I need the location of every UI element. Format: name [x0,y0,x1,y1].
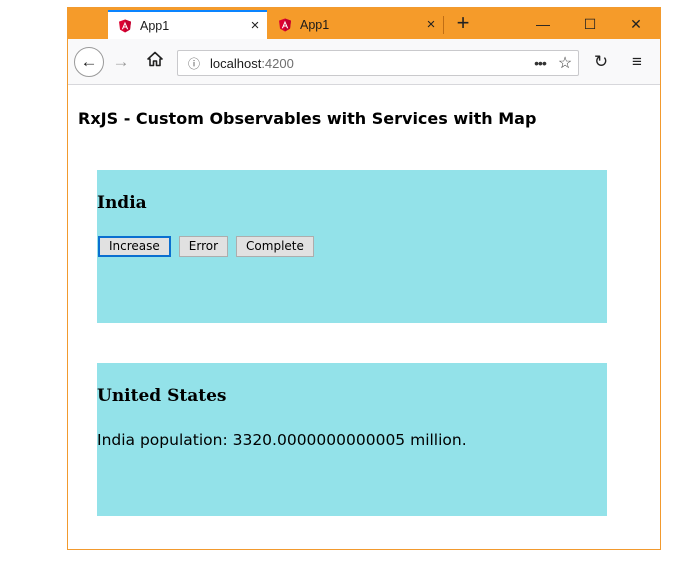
tab-app1-inactive[interactable]: App1 × [268,10,443,39]
error-button[interactable]: Error [178,236,229,257]
back-button[interactable]: ← [74,47,104,77]
tab-app1-active[interactable]: App1 × [108,10,267,39]
angular-icon [118,19,132,33]
tab-bar: App1 × App1 × + — ☐ ✕ [68,8,660,39]
url-port: :4200 [261,55,294,71]
address-bar[interactable]: ⓘ localhost:4200 ••• ☆ [177,50,579,76]
browser-window: App1 × App1 × + — ☐ ✕ ← → ⓘ localhost:42… [67,7,661,550]
minimize-button[interactable]: — [528,14,558,34]
forward-button[interactable]: → [110,51,132,73]
panel-heading: India [97,193,147,213]
tab-close-button[interactable]: × [419,16,443,33]
bookmark-star-icon[interactable]: ☆ [552,53,578,73]
home-icon [147,51,163,67]
angular-icon [278,18,292,32]
tab-separator [443,16,444,34]
new-tab-button[interactable]: + [451,11,475,37]
page-actions-icon[interactable]: ••• [528,55,552,71]
reload-button[interactable]: ↻ [590,51,612,73]
tab-label: App1 [140,18,170,33]
maximize-button[interactable]: ☐ [575,14,605,34]
menu-button[interactable]: ≡ [626,51,648,73]
panel-heading: United States [97,386,227,406]
close-window-button[interactable]: ✕ [621,14,651,34]
button-row: Increase Error Complete [98,236,314,257]
tab-label: App1 [300,17,330,32]
url-text[interactable]: localhost:4200 [210,56,528,71]
population-text: India population: 3320.0000000000005 mil… [97,431,467,449]
info-icon[interactable]: ⓘ [182,55,206,72]
home-button[interactable] [144,51,166,73]
tab-close-button[interactable]: × [243,17,267,34]
navigation-bar: ← → ⓘ localhost:4200 ••• ☆ ↻ ≡ [68,39,660,85]
page-title: RxJS - Custom Observables with Services … [78,109,537,128]
united-states-panel: United States India population: 3320.000… [97,363,607,516]
increase-button[interactable]: Increase [98,236,171,257]
india-panel: India Increase Error Complete [97,170,607,323]
url-host: localhost [210,55,262,71]
complete-button[interactable]: Complete [236,236,314,257]
